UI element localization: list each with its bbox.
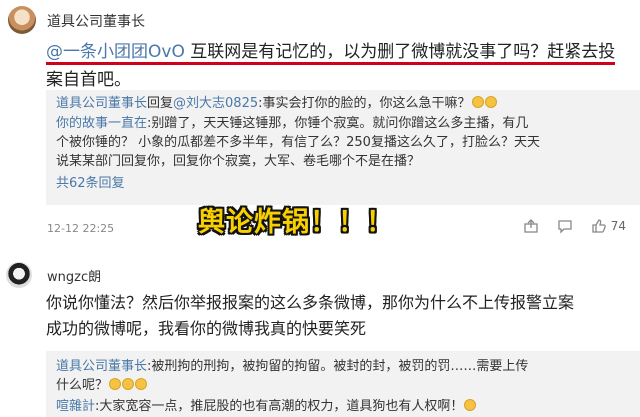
reply-username[interactable]: 道具公司董事长 — [56, 96, 147, 111]
comment-text: @一条小团团OvO 互联网是有记忆的，以为删了微博就没事了吗？赶紧去投 案自首吧… — [46, 38, 636, 94]
reply-text-cont: 什么呢？ — [56, 378, 109, 393]
timestamp: 12-12 22:25 — [47, 222, 115, 235]
emoji-icon — [122, 378, 135, 390]
reply-item: 道具公司董事长:被刑拘的刑拘，被拘留的拘留。被封的封，被罚的罚……需要上传 — [56, 357, 631, 376]
reply-text: :事实会打你的脸的，你这么急干嘛？ — [258, 96, 471, 111]
overlay-caption: 舆论炸锅！！！ — [198, 207, 394, 238]
share-icon[interactable] — [523, 218, 539, 234]
action-bar: 74 — [523, 218, 626, 234]
emoji-icon — [109, 378, 122, 390]
reply-username[interactable]: 道具公司董事长 — [56, 359, 147, 374]
like-icon — [591, 218, 607, 234]
reply-username[interactable]: 你的故事一直在 — [56, 116, 147, 131]
like-button[interactable]: 74 — [591, 218, 626, 234]
reply-item: 道具公司董事长回复@刘大志0825:事实会打你的脸的，你这么急干嘛？ — [56, 94, 631, 113]
reply-username[interactable]: 喧雜計 — [56, 399, 95, 414]
avatar[interactable] — [8, 6, 36, 34]
comment-text-line2: 成功的微博呢，我看你的微博我真的快要笑死 — [46, 319, 367, 338]
reply-thread: 道具公司董事长回复@刘大志0825:事实会打你的脸的，你这么急干嘛？ 你的故事一… — [46, 90, 640, 205]
comment-text-line1: 你说你懂法？然后你举报报案的这么多条微博，那你为什么不上传报警立案 — [46, 293, 575, 312]
reply-item: 什么呢？ — [56, 376, 631, 395]
reply-item: 喧雜計:大家宽容一点，推屁股的也有高潮的权力，道具狗也有人权啊！ — [56, 397, 631, 416]
emoji-icon — [135, 378, 148, 390]
reply-text-cont: 说某某部门回复你，回复你个寂寞，大军、卷毛哪个不是在播？ — [56, 154, 421, 169]
comment-username[interactable]: wngzc朗 — [47, 266, 101, 285]
reply-text: :别蹭了，天天锤这锤那，你锤个寂寞。就问你蹭这么多主播，有几 — [147, 116, 529, 131]
emoji-icon — [484, 96, 497, 108]
comment-text-line1: 互联网是有记忆的，以为删了微博就没事了吗？赶紧去投 — [184, 42, 616, 65]
reply-target-link[interactable]: @刘大志0825 — [173, 96, 258, 111]
comment-username[interactable]: 道具公司董事长 — [47, 11, 145, 31]
comment-card-1: 道具公司董事长 @一条小团团OvO 互联网是有记忆的，以为删了微博就没事了吗？赶… — [0, 0, 640, 250]
reply-thread: 道具公司董事长:被刑拘的刑拘，被拘留的拘留。被封的封，被罚的罚……需要上传 什么… — [46, 351, 640, 417]
more-replies-link[interactable]: 共62条回复 — [56, 174, 631, 193]
mention-link[interactable]: @一条小团团OvO — [46, 42, 185, 65]
reply-text: :被刑拘的刑拘，被拘留的拘留。被封的封，被罚的罚……需要上传 — [147, 359, 529, 374]
emoji-icon — [464, 399, 477, 411]
emoji-icon — [471, 96, 484, 108]
reply-text-cont: 个被你锤的？ 小象的瓜都差不多半年，有信了么？250复播这么久了，打脸么？天天 — [56, 135, 540, 150]
comment-text: 你说你懂法？然后你举报报案的这么多条微博，那你为什么不上传报警立案 成功的微博呢… — [46, 290, 636, 342]
like-count: 74 — [610, 219, 626, 233]
avatar[interactable] — [6, 262, 32, 288]
reply-text: :大家宽容一点，推屁股的也有高潮的权力，道具狗也有人权啊！ — [95, 399, 464, 414]
reply-item: 你的故事一直在:别蹭了，天天锤这锤那，你锤个寂寞。就问你蹭这么多主播，有几 — [56, 114, 631, 133]
reply-action: 回复 — [147, 96, 174, 111]
comment-icon[interactable] — [557, 218, 573, 234]
